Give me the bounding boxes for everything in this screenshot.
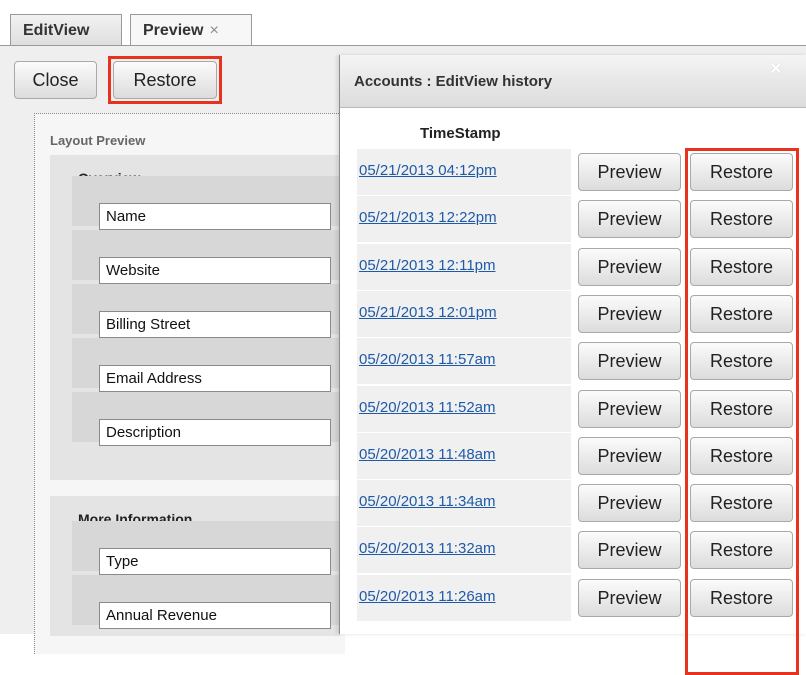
tab-preview[interactable]: Preview × bbox=[130, 14, 252, 47]
highlight-restore-column bbox=[685, 148, 799, 675]
preview-button[interactable]: Preview bbox=[578, 389, 681, 428]
timestamp-link[interactable]: 05/20/2013 11:57am bbox=[359, 351, 496, 368]
layout-field: Annual Revenue bbox=[99, 602, 331, 629]
layout-field: Description bbox=[99, 419, 331, 446]
layout-field: Name bbox=[99, 203, 331, 230]
tab-editview[interactable]: EditView bbox=[10, 14, 122, 46]
preview-button[interactable]: Preview bbox=[578, 294, 681, 333]
timestamp-link[interactable]: 05/20/2013 11:48am bbox=[359, 446, 496, 463]
close-tab-icon[interactable]: × bbox=[209, 22, 218, 39]
preview-button[interactable]: Preview bbox=[578, 531, 681, 570]
layout-field: Website bbox=[99, 257, 331, 284]
layout-field: Billing Street bbox=[99, 311, 331, 338]
timestamp-link[interactable]: 05/21/2013 12:01pm bbox=[359, 304, 497, 321]
close-button[interactable]: Close bbox=[14, 61, 97, 99]
preview-button[interactable]: Preview bbox=[578, 247, 681, 286]
timestamp-link[interactable]: 05/20/2013 11:52am bbox=[359, 399, 496, 416]
preview-button[interactable]: Preview bbox=[578, 484, 681, 523]
timestamp-link[interactable]: 05/20/2013 11:34am bbox=[359, 493, 496, 510]
timestamp-link[interactable]: 05/20/2013 11:32am bbox=[359, 540, 496, 557]
dialog-close-icon[interactable]: × bbox=[770, 58, 782, 81]
highlight-restore-button bbox=[108, 56, 222, 104]
timestamp-header: TimeStamp bbox=[420, 125, 501, 142]
preview-button[interactable]: Preview bbox=[578, 200, 681, 239]
layout-field: Type bbox=[99, 548, 331, 575]
preview-button[interactable]: Preview bbox=[578, 578, 681, 617]
timestamp-link[interactable]: 05/21/2013 12:11pm bbox=[359, 257, 496, 274]
dialog-title: Accounts : EditView history bbox=[354, 73, 553, 90]
preview-button[interactable]: Preview bbox=[578, 436, 681, 475]
layout-preview-title: Layout Preview bbox=[50, 133, 146, 148]
preview-button[interactable]: Preview bbox=[578, 153, 681, 191]
layout-field: Email Address bbox=[99, 365, 331, 392]
tab-preview-label: Preview bbox=[143, 22, 204, 39]
tab-bar: EditView Preview × bbox=[0, 0, 806, 47]
timestamp-link[interactable]: 05/21/2013 12:22pm bbox=[359, 209, 497, 226]
timestamp-link[interactable]: 05/20/2013 11:26am bbox=[359, 588, 496, 605]
tab-editview-label: EditView bbox=[23, 22, 90, 39]
timestamp-link[interactable]: 05/21/2013 04:12pm bbox=[359, 162, 497, 179]
preview-button[interactable]: Preview bbox=[578, 342, 681, 381]
history-dialog: Accounts : EditView history × TimeStamp … bbox=[339, 55, 806, 675]
dialog-header: Accounts : EditView history × bbox=[340, 55, 806, 108]
